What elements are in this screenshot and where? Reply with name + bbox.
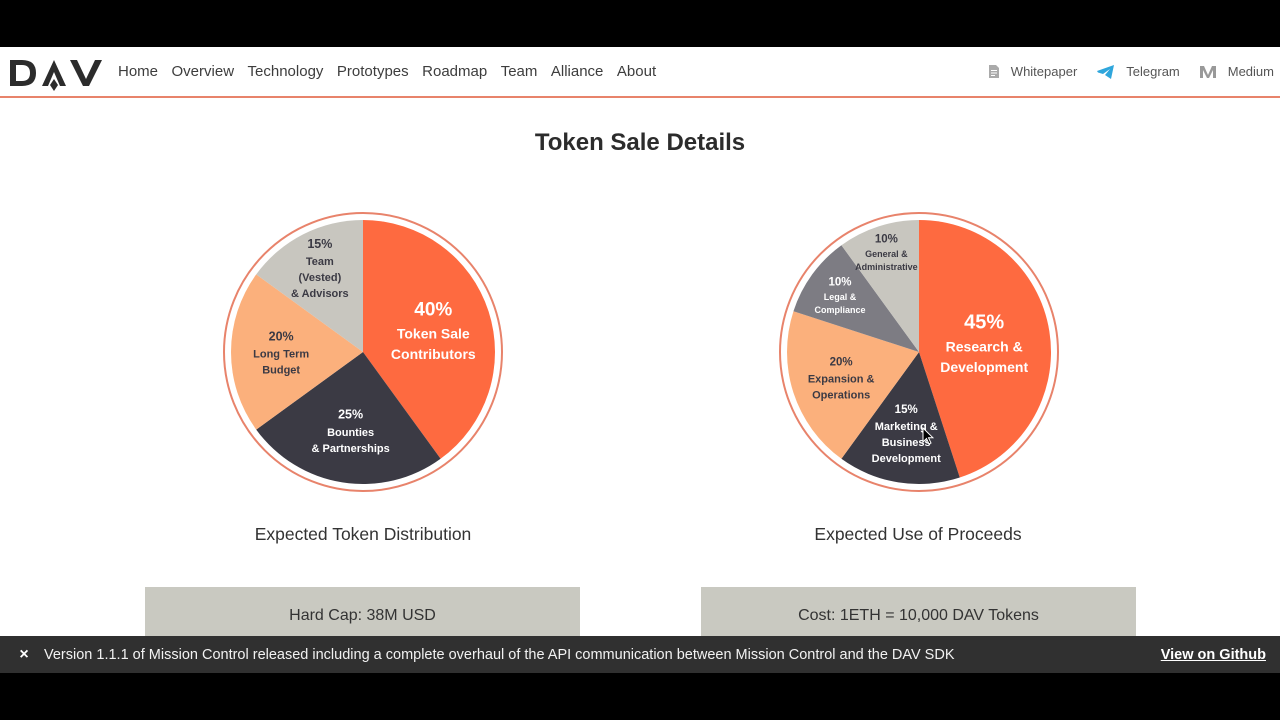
section-title: Token Sale Details: [534, 129, 746, 156]
page-frame: Home Overview Technology Prototypes Road…: [0, 47, 1280, 673]
telegram-label: Telegram: [1126, 64, 1180, 79]
slice-name-label: General &: [865, 249, 908, 259]
slice-name-label: Budget: [262, 365, 300, 377]
nav-overview[interactable]: Overview: [172, 63, 235, 80]
mouse-cursor-icon: [922, 427, 934, 445]
use-of-proceeds-caption: Expected Use of Proceeds: [814, 524, 1022, 544]
medium-link[interactable]: Medium: [1199, 64, 1274, 79]
slice-name-label: Administrative: [855, 262, 918, 272]
close-icon[interactable]: ×: [16, 646, 32, 664]
token-distribution-caption: Expected Token Distribution: [254, 524, 472, 544]
nav-alliance[interactable]: Alliance: [551, 63, 604, 80]
slice-name-label: Legal &: [824, 292, 857, 302]
release-notice-bar: × Version 1.1.1 of Mission Control relea…: [0, 636, 1280, 673]
release-notice-text: Version 1.1.1 of Mission Control release…: [44, 646, 955, 663]
slice-name-label: Development: [872, 453, 941, 465]
slice-percent-label: 45%: [964, 311, 1004, 333]
token-distribution-chart: 40% Token Sale Contributors 25% Bounties & Pa…: [220, 209, 506, 495]
slice-percent-label: 10%: [875, 234, 898, 246]
slice-percent-label: 20%: [269, 329, 294, 343]
slice-name-label: Development: [940, 359, 1028, 375]
slice-percent-label: 25%: [338, 408, 363, 422]
token-cost-text: Cost: 1ETH = 10,000 DAV Tokens: [798, 607, 1039, 624]
main-nav: Home Overview Technology Prototypes Road…: [118, 47, 670, 96]
slice-name-label: & Partnerships: [311, 443, 389, 455]
dav-logo[interactable]: [8, 55, 103, 91]
nav-prototypes[interactable]: Prototypes: [337, 63, 409, 80]
slice-percent-label: 40%: [414, 300, 452, 321]
external-links: Whitepaper Telegram Medium: [969, 47, 1274, 96]
nav-roadmap[interactable]: Roadmap: [422, 63, 487, 80]
nav-technology[interactable]: Technology: [248, 63, 324, 80]
nav-team[interactable]: Team: [501, 63, 538, 80]
top-navbar: Home Overview Technology Prototypes Road…: [0, 47, 1280, 98]
nav-home[interactable]: Home: [118, 63, 158, 80]
medium-label: Medium: [1227, 64, 1274, 79]
slice-name-label: Compliance: [814, 305, 865, 315]
use-of-proceeds-chart: 45% Research & Development 15% Marketing & Bu…: [776, 209, 1062, 495]
telegram-icon: [1097, 64, 1115, 79]
slice-percent-label: 15%: [895, 404, 918, 416]
slice-percent-label: 20%: [830, 356, 853, 368]
slice-name-label: Token Sale: [397, 325, 470, 341]
slice-name-label: Long Term: [253, 349, 309, 361]
slice-name-label: Bounties: [327, 427, 374, 439]
slice-name-label: Contributors: [391, 346, 476, 362]
whitepaper-link[interactable]: Whitepaper: [988, 64, 1078, 79]
slice-name-label: Operations: [812, 389, 870, 401]
medium-icon: [1199, 65, 1216, 79]
slice-percent-label: 15%: [307, 237, 332, 251]
nav-about[interactable]: About: [617, 63, 656, 80]
document-icon: [988, 65, 999, 78]
use-of-proceeds-pie: 45%Research &Development15%Marketing &Bu…: [779, 212, 1059, 492]
slice-name-label: Research &: [946, 339, 1023, 355]
token-distribution-pie: 40% Token Sale Contributors 25% Bounties & Pa…: [223, 212, 503, 492]
whitepaper-label: Whitepaper: [1010, 64, 1078, 79]
slice-name-label: Expansion &: [808, 373, 875, 385]
slice-percent-label: 10%: [828, 277, 851, 289]
telegram-link[interactable]: Telegram: [1097, 64, 1180, 79]
slice-name-label: & Advisors: [291, 288, 349, 300]
slice-name-label: Team: [306, 256, 334, 268]
slice-name-label: (Vested): [298, 272, 341, 284]
view-on-github-link[interactable]: View on Github: [1161, 647, 1266, 663]
hard-cap-text: Hard Cap: 38M USD: [289, 607, 436, 624]
